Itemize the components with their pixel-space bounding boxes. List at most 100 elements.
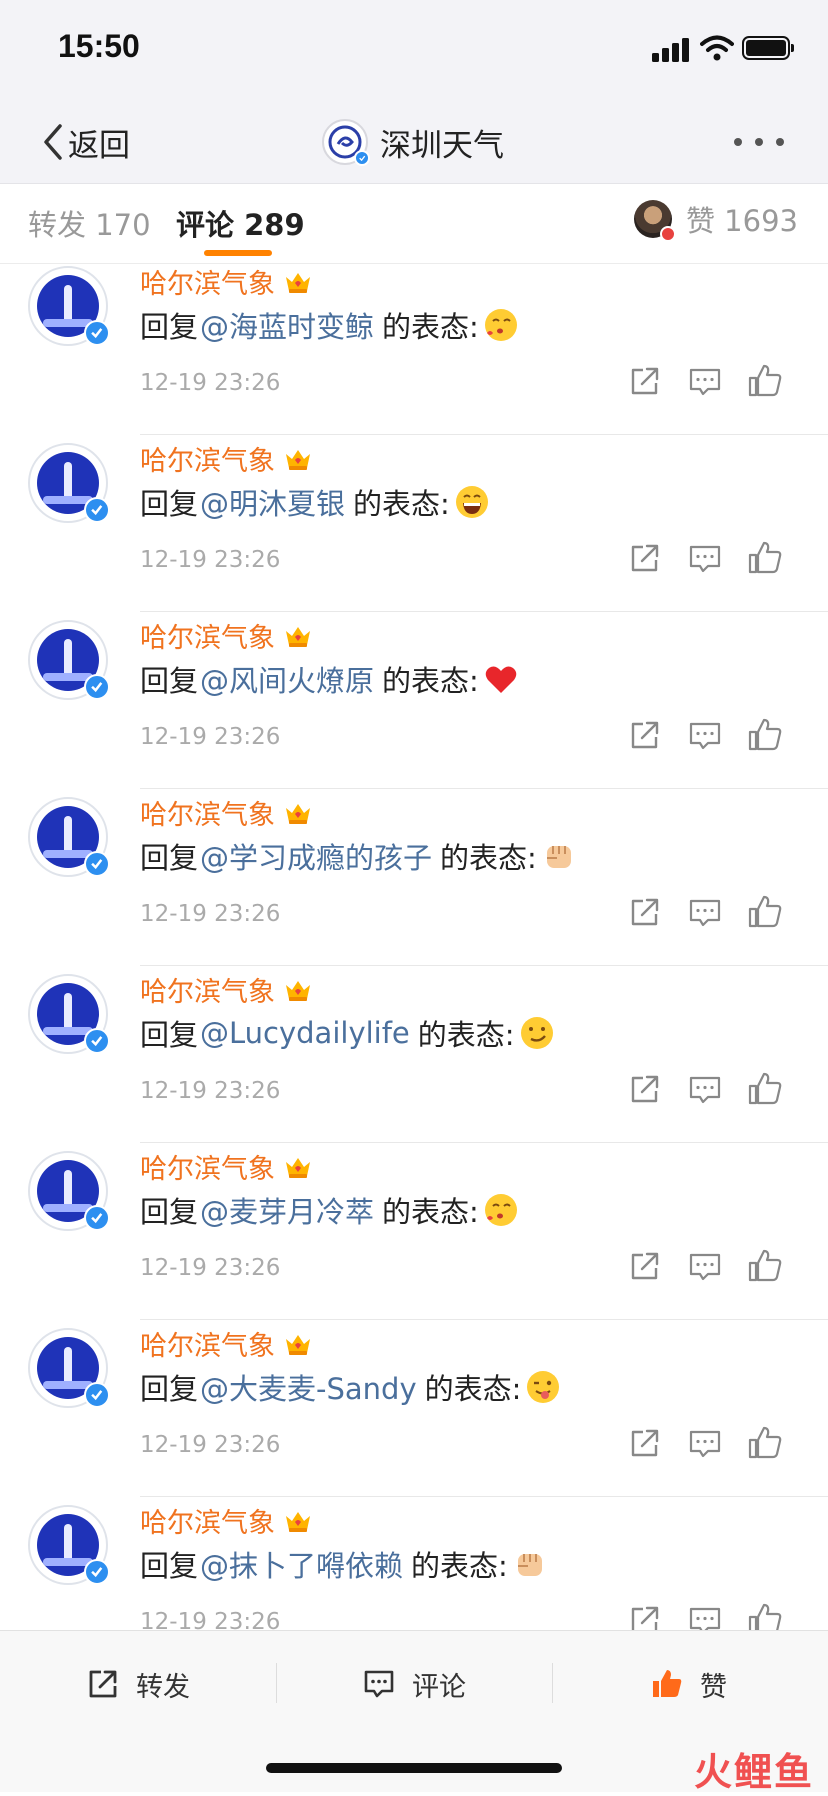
smirk-face-emoji (519, 1015, 555, 1051)
mention-link[interactable]: @海蓝时变鲸 (200, 304, 374, 346)
comment-item[interactable]: 哈尔滨气象 回复 @大麦麦-Sandy 的表态: 12-19 23:26 (0, 1320, 828, 1497)
commenter-avatar[interactable] (28, 797, 110, 877)
mention-link[interactable]: @学习成瘾的孩子 (200, 835, 432, 877)
like-comment-icon[interactable] (746, 1424, 784, 1462)
comment-item[interactable]: 哈尔滨气象 回复 @风间火燎原 的表态: 12-19 23:26 (0, 612, 828, 789)
tab-comment[interactable]: 评论 289 (176, 202, 305, 244)
home-indicator (266, 1763, 562, 1773)
comment-actions (626, 1070, 806, 1110)
commenter-avatar[interactable] (28, 974, 110, 1054)
crown-icon (283, 1154, 313, 1180)
back-button[interactable]: 返回 (40, 120, 130, 164)
top-area: 15:50 返回 深圳天气 (0, 0, 828, 184)
comment-text: 回复 @麦芽月冷萃 的表态: (140, 1189, 519, 1231)
commenter-name[interactable]: 哈尔滨气象 (140, 439, 313, 478)
repost-label: 转发 (136, 1671, 190, 1703)
like-comment-icon[interactable] (746, 1601, 784, 1630)
commenter-name[interactable]: 哈尔滨气象 (140, 264, 313, 301)
commenter-name[interactable]: 哈尔滨气象 (140, 616, 313, 655)
share-icon[interactable] (626, 362, 664, 400)
mention-link[interactable]: @明沐夏银 (200, 481, 345, 523)
mention-link[interactable]: @风间火燎原 (200, 658, 374, 700)
comment-button[interactable]: 评论 (362, 1659, 466, 1709)
comment-item[interactable]: 哈尔滨气象 回复 @Lucydailylife 的表态: 12-19 23:26 (0, 966, 828, 1143)
reply-suffix: 的表态: (353, 487, 450, 521)
reply-prefix: 回复 (140, 1549, 199, 1583)
tab-likes[interactable]: 赞 1693 (633, 198, 798, 242)
comment-item[interactable]: 哈尔滨气象 回复 @麦芽月冷萃 的表态: 12-19 23:26 (0, 1143, 828, 1320)
tongue-face-emoji (525, 1369, 561, 1405)
like-comment-icon[interactable] (746, 1247, 784, 1285)
commenter-name-text: 哈尔滨气象 (140, 1331, 275, 1362)
share-icon[interactable] (626, 1601, 664, 1630)
reply-comment-icon[interactable] (686, 1070, 724, 1108)
mention-link[interactable]: @麦芽月冷萃 (200, 1189, 374, 1231)
comment-text: 回复 @Lucydailylife 的表态: (140, 1012, 555, 1054)
commenter-avatar[interactable] (28, 620, 110, 700)
reply-prefix: 回复 (140, 1018, 199, 1052)
crown-icon (283, 623, 313, 649)
commenter-avatar[interactable] (28, 266, 110, 346)
like-comment-icon[interactable] (746, 893, 784, 931)
like-comment-icon[interactable] (746, 539, 784, 577)
nav-title-area[interactable]: 深圳天气 (322, 114, 504, 170)
commenter-avatar[interactable] (28, 443, 110, 523)
account-avatar (322, 119, 370, 166)
share-icon[interactable] (626, 539, 664, 577)
more-options-button[interactable] (734, 128, 784, 156)
commenter-avatar[interactable] (28, 1151, 110, 1231)
reply-comment-icon[interactable] (686, 1601, 724, 1630)
comment-item[interactable]: 哈尔滨气象 回复 @海蓝时变鲸 的表态: 12-19 23:26 (0, 264, 828, 435)
like-label: 赞 (700, 1671, 727, 1703)
like-button[interactable]: 赞 (650, 1659, 727, 1709)
reply-comment-icon[interactable] (686, 362, 724, 400)
commenter-name[interactable]: 哈尔滨气象 (140, 1324, 313, 1363)
commenter-name[interactable]: 哈尔滨气象 (140, 1501, 313, 1540)
reply-suffix: 的表态: (382, 664, 479, 698)
tab-repost[interactable]: 转发 170 (28, 202, 151, 244)
reply-comment-icon[interactable] (686, 893, 724, 931)
watermark: 火鲤鱼 (694, 1741, 814, 1796)
comment-actions (626, 1424, 806, 1464)
comment-item[interactable]: 哈尔滨气象 回复 @抹卜了嘚依赖 的表态: 12-19 23:26 (0, 1497, 828, 1630)
reply-suffix: 的表态: (424, 1372, 522, 1406)
status-time: 15:50 (58, 28, 140, 64)
reply-prefix: 回复 (140, 487, 199, 521)
share-icon[interactable] (626, 1070, 664, 1108)
crown-icon (283, 446, 313, 472)
chevron-left-icon (44, 124, 62, 160)
like-comment-icon[interactable] (746, 362, 784, 400)
comment-text: 回复 @海蓝时变鲸 的表态: (140, 304, 519, 346)
commenter-name[interactable]: 哈尔滨气象 (140, 1147, 313, 1186)
commenter-name[interactable]: 哈尔滨气象 (140, 793, 313, 832)
reply-suffix: 的表态: (440, 841, 537, 875)
like-comment-icon[interactable] (746, 716, 784, 754)
back-label: 返回 (68, 127, 130, 164)
commenter-avatar[interactable] (28, 1328, 110, 1408)
crown-icon (283, 269, 313, 295)
share-icon[interactable] (626, 893, 664, 931)
reply-prefix: 回复 (140, 310, 199, 344)
reply-comment-icon[interactable] (686, 1424, 724, 1462)
mention-link[interactable]: @大麦麦-Sandy (200, 1366, 417, 1408)
reply-comment-icon[interactable] (686, 539, 724, 577)
like-comment-icon[interactable] (746, 1070, 784, 1108)
bottom-action-bar: 转发 评论 赞 火鲤鱼 (0, 1630, 828, 1794)
share-icon[interactable] (626, 716, 664, 754)
mention-link[interactable]: @Lucydailylife (200, 1016, 410, 1050)
mention-link[interactable]: @抹卜了嘚依赖 (200, 1543, 403, 1585)
share-icon[interactable] (626, 1424, 664, 1462)
commenter-avatar[interactable] (28, 1505, 110, 1585)
likes-count: 赞 1693 (685, 204, 798, 238)
share-icon[interactable] (626, 1247, 664, 1285)
fist-emoji (512, 1546, 548, 1582)
commenter-name[interactable]: 哈尔滨气象 (140, 970, 313, 1009)
repost-button[interactable]: 转发 (86, 1659, 190, 1709)
reply-comment-icon[interactable] (686, 716, 724, 754)
reply-suffix: 的表态: (417, 1018, 515, 1052)
comment-item[interactable]: 哈尔滨气象 回复 @学习成瘾的孩子 的表态: 12-19 23:26 (0, 789, 828, 966)
comment-item[interactable]: 哈尔滨气象 回复 @明沐夏银 的表态: 12-19 23:26 (0, 435, 828, 612)
commenter-name-text: 哈尔滨气象 (140, 1508, 275, 1539)
comment-list[interactable]: 哈尔滨气象 回复 @海蓝时变鲸 的表态: 12-19 23:26 哈尔滨气象 回复 @明沐夏银… (0, 264, 828, 1630)
reply-comment-icon[interactable] (686, 1247, 724, 1285)
